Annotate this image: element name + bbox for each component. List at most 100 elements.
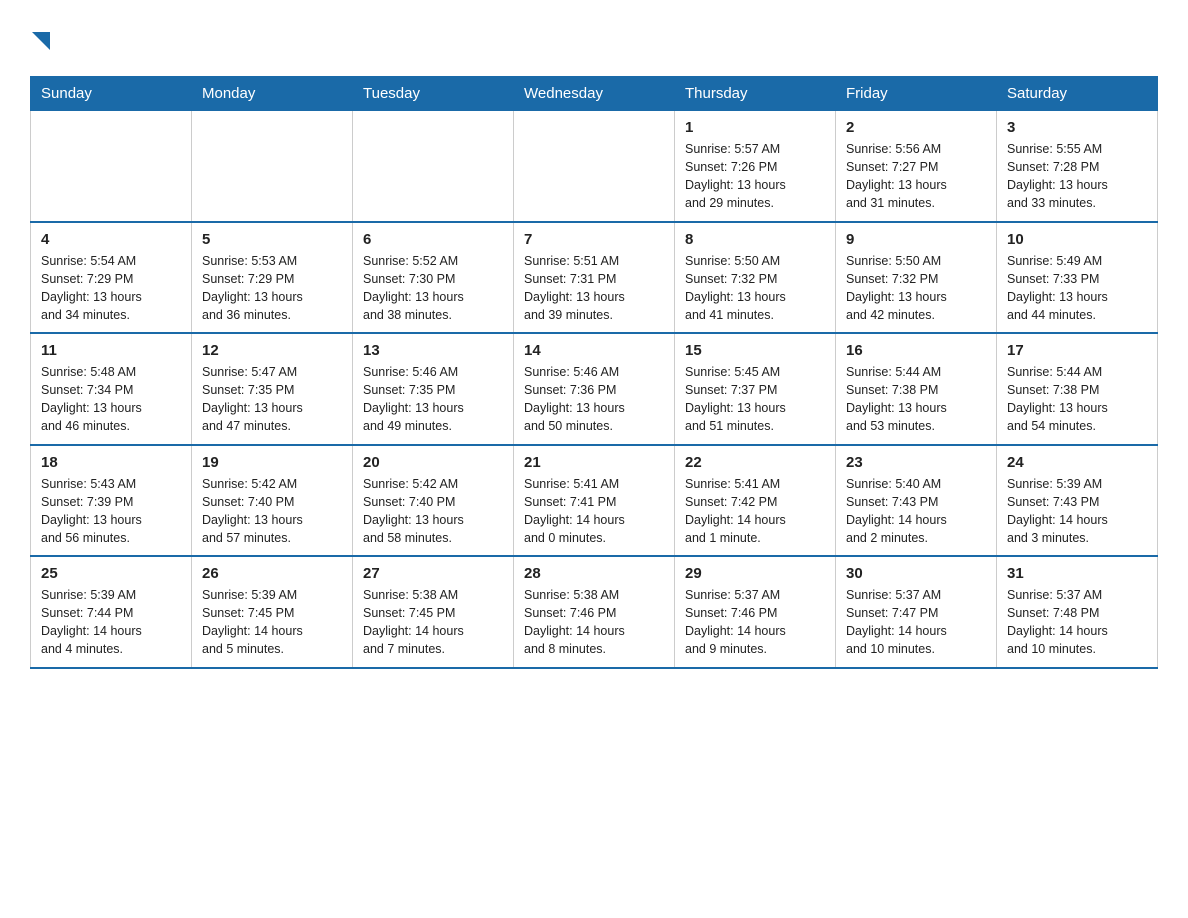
day-info: Sunrise: 5:44 AMSunset: 7:38 PMDaylight:… [1007,363,1147,436]
header-wednesday: Wednesday [514,77,675,111]
calendar-header-row: SundayMondayTuesdayWednesdayThursdayFrid… [31,77,1158,111]
day-info: Sunrise: 5:55 AMSunset: 7:28 PMDaylight:… [1007,140,1147,213]
day-info: Sunrise: 5:39 AMSunset: 7:44 PMDaylight:… [41,586,181,659]
calendar-cell: 13 Sunrise: 5:46 AMSunset: 7:35 PMDayligh… [353,333,514,445]
calendar-cell: 28Sunrise: 5:38 AMSunset: 7:46 PMDayligh… [514,556,675,668]
header-monday: Monday [192,77,353,111]
calendar-cell: 12 Sunrise: 5:47 AMSunset: 7:35 PMDayligh… [192,333,353,445]
day-number: 10 [1007,231,1147,248]
calendar-cell: 24 Sunrise: 5:39 AMSunset: 7:43 PMDayligh… [997,445,1158,557]
calendar-cell: 22 Sunrise: 5:41 AMSunset: 7:42 PMDayligh… [675,445,836,557]
day-info: Sunrise: 5:43 AMSunset: 7:39 PMDaylight:… [41,475,181,548]
calendar-cell [192,111,353,222]
header-tuesday: Tuesday [353,77,514,111]
header-saturday: Saturday [997,77,1158,111]
calendar-cell: 27 Sunrise: 5:38 AMSunset: 7:45 PMDayligh… [353,556,514,668]
day-number: 21 [524,454,664,471]
calendar-cell: 21 Sunrise: 5:41 AMSunset: 7:41 PMDayligh… [514,445,675,557]
day-number: 2 [846,119,986,136]
day-info: Sunrise: 5:46 AMSunset: 7:35 PMDaylight:… [363,363,503,436]
day-number: 24 [1007,454,1147,471]
calendar-cell: 25 Sunrise: 5:39 AMSunset: 7:44 PMDayligh… [31,556,192,668]
day-number: 30 [846,565,986,582]
day-number: 9 [846,231,986,248]
calendar-cell: 4Sunrise: 5:54 AMSunset: 7:29 PMDaylight… [31,222,192,334]
calendar-cell: 31 Sunrise: 5:37 AMSunset: 7:48 PMDayligh… [997,556,1158,668]
calendar-cell [514,111,675,222]
day-info: Sunrise: 5:37 AMSunset: 7:46 PMDaylight:… [685,586,825,659]
day-number: 25 [41,565,181,582]
calendar-cell: 5 Sunrise: 5:53 AMSunset: 7:29 PMDaylight… [192,222,353,334]
day-info: Sunrise: 5:39 AMSunset: 7:43 PMDaylight:… [1007,475,1147,548]
header-friday: Friday [836,77,997,111]
day-info: Sunrise: 5:50 AMSunset: 7:32 PMDaylight:… [846,252,986,325]
calendar-table: SundayMondayTuesdayWednesdayThursdayFrid… [30,76,1158,669]
day-number: 13 [363,342,503,359]
day-info: Sunrise: 5:47 AMSunset: 7:35 PMDaylight:… [202,363,342,436]
day-info: Sunrise: 5:41 AMSunset: 7:41 PMDaylight:… [524,475,664,548]
day-number: 7 [524,231,664,248]
calendar-cell: 11Sunrise: 5:48 AMSunset: 7:34 PMDayligh… [31,333,192,445]
day-number: 23 [846,454,986,471]
day-number: 8 [685,231,825,248]
day-info: Sunrise: 5:44 AMSunset: 7:38 PMDaylight:… [846,363,986,436]
day-number: 5 [202,231,342,248]
page-header [30,20,1158,56]
header-thursday: Thursday [675,77,836,111]
day-info: Sunrise: 5:42 AMSunset: 7:40 PMDaylight:… [202,475,342,548]
calendar-cell: 7Sunrise: 5:51 AMSunset: 7:31 PMDaylight… [514,222,675,334]
day-info: Sunrise: 5:52 AMSunset: 7:30 PMDaylight:… [363,252,503,325]
header-sunday: Sunday [31,77,192,111]
calendar-cell: 19 Sunrise: 5:42 AMSunset: 7:40 PMDayligh… [192,445,353,557]
calendar-cell: 6 Sunrise: 5:52 AMSunset: 7:30 PMDaylight… [353,222,514,334]
calendar-cell: 18 Sunrise: 5:43 AMSunset: 7:39 PMDayligh… [31,445,192,557]
day-info: Sunrise: 5:37 AMSunset: 7:47 PMDaylight:… [846,586,986,659]
day-number: 26 [202,565,342,582]
day-info: Sunrise: 5:49 AMSunset: 7:33 PMDaylight:… [1007,252,1147,325]
day-number: 19 [202,454,342,471]
calendar-cell: 3Sunrise: 5:55 AMSunset: 7:28 PMDaylight… [997,111,1158,222]
calendar-cell: 10 Sunrise: 5:49 AMSunset: 7:33 PMDayligh… [997,222,1158,334]
calendar-cell: 17 Sunrise: 5:44 AMSunset: 7:38 PMDayligh… [997,333,1158,445]
calendar-week-2: 4Sunrise: 5:54 AMSunset: 7:29 PMDaylight… [31,222,1158,334]
day-info: Sunrise: 5:45 AMSunset: 7:37 PMDaylight:… [685,363,825,436]
day-info: Sunrise: 5:37 AMSunset: 7:48 PMDaylight:… [1007,586,1147,659]
day-number: 27 [363,565,503,582]
calendar-week-5: 25 Sunrise: 5:39 AMSunset: 7:44 PMDayligh… [31,556,1158,668]
calendar-cell: 14 Sunrise: 5:46 AMSunset: 7:36 PMDayligh… [514,333,675,445]
day-info: Sunrise: 5:57 AMSunset: 7:26 PMDaylight:… [685,140,825,213]
day-info: Sunrise: 5:39 AMSunset: 7:45 PMDaylight:… [202,586,342,659]
day-number: 12 [202,342,342,359]
day-number: 1 [685,119,825,136]
calendar-cell: 8 Sunrise: 5:50 AMSunset: 7:32 PMDaylight… [675,222,836,334]
calendar-cell: 30 Sunrise: 5:37 AMSunset: 7:47 PMDayligh… [836,556,997,668]
day-info: Sunrise: 5:46 AMSunset: 7:36 PMDaylight:… [524,363,664,436]
day-info: Sunrise: 5:50 AMSunset: 7:32 PMDaylight:… [685,252,825,325]
day-number: 6 [363,231,503,248]
calendar-week-3: 11Sunrise: 5:48 AMSunset: 7:34 PMDayligh… [31,333,1158,445]
calendar-week-1: 1 Sunrise: 5:57 AMSunset: 7:26 PMDaylight… [31,111,1158,222]
day-info: Sunrise: 5:41 AMSunset: 7:42 PMDaylight:… [685,475,825,548]
logo [30,30,54,56]
day-number: 14 [524,342,664,359]
day-number: 17 [1007,342,1147,359]
logo-triangle-icon [32,28,54,56]
day-info: Sunrise: 5:53 AMSunset: 7:29 PMDaylight:… [202,252,342,325]
day-info: Sunrise: 5:56 AMSunset: 7:27 PMDaylight:… [846,140,986,213]
day-number: 15 [685,342,825,359]
calendar-cell [31,111,192,222]
day-info: Sunrise: 5:38 AMSunset: 7:46 PMDaylight:… [524,586,664,659]
day-info: Sunrise: 5:42 AMSunset: 7:40 PMDaylight:… [363,475,503,548]
calendar-cell: 16Sunrise: 5:44 AMSunset: 7:38 PMDayligh… [836,333,997,445]
day-number: 18 [41,454,181,471]
calendar-cell: 23Sunrise: 5:40 AMSunset: 7:43 PMDayligh… [836,445,997,557]
day-info: Sunrise: 5:38 AMSunset: 7:45 PMDaylight:… [363,586,503,659]
day-info: Sunrise: 5:54 AMSunset: 7:29 PMDaylight:… [41,252,181,325]
calendar-cell: 1 Sunrise: 5:57 AMSunset: 7:26 PMDaylight… [675,111,836,222]
calendar-cell: 20 Sunrise: 5:42 AMSunset: 7:40 PMDayligh… [353,445,514,557]
day-number: 11 [41,342,181,359]
calendar-week-4: 18 Sunrise: 5:43 AMSunset: 7:39 PMDayligh… [31,445,1158,557]
day-number: 22 [685,454,825,471]
day-number: 31 [1007,565,1147,582]
day-number: 20 [363,454,503,471]
